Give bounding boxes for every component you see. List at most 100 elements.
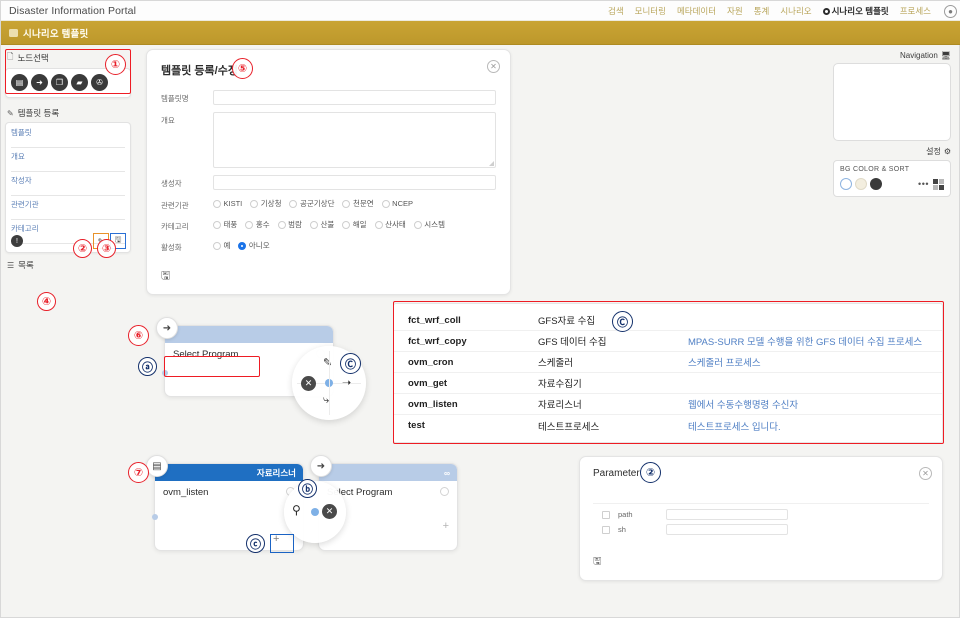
user-icon[interactable]: ● <box>944 4 957 18</box>
node-label[interactable]: ovm_listen <box>163 487 295 498</box>
radio-label: 아니오 <box>248 241 270 250</box>
nav-item-monitoring[interactable]: 모니터링 <box>635 5 666 17</box>
parameter-value-input[interactable] <box>666 509 788 520</box>
close-icon[interactable]: ✕ <box>322 504 337 519</box>
node-port-left[interactable] <box>152 514 158 520</box>
table-row[interactable]: ovm_listen 자료리스너 웹에서 수동수행명령 수신자 <box>394 394 942 415</box>
annotation-marker-2: ② <box>73 239 92 258</box>
radio-agency-kasi[interactable]: 천문연 <box>342 198 374 209</box>
nav-item-statistics[interactable]: 통계 <box>754 5 770 17</box>
copy-node-icon[interactable]: ❐ <box>51 74 68 91</box>
overview-textarea[interactable] <box>213 112 496 168</box>
edit-pen-icon[interactable]: ✎ <box>323 356 332 369</box>
more-options-icon[interactable]: ••• <box>918 179 929 189</box>
sidebar-field-template[interactable]: 템플릿 <box>11 127 125 148</box>
creator-input[interactable] <box>213 175 496 190</box>
radio-agency-kisti[interactable]: KISTI <box>213 198 242 209</box>
list-section-header[interactable]: ☰ 목록 <box>5 259 131 271</box>
breadcrumb-label: 시나리오 템플릿 <box>23 28 89 40</box>
settings-row[interactable]: 설정 ⚙ <box>833 146 951 157</box>
parameter-checkbox[interactable] <box>602 525 610 534</box>
table-row[interactable]: ovm_get 자료수집기 <box>394 373 942 394</box>
minimap[interactable] <box>833 63 951 141</box>
input-node-icon[interactable]: ➜ <box>31 74 48 91</box>
template-name-input[interactable] <box>213 90 496 105</box>
sidebar-field-author-input[interactable] <box>11 187 125 196</box>
gear-icon[interactable]: ⚙ <box>944 147 951 156</box>
radio-category-overflow[interactable]: 범람 <box>277 219 302 230</box>
arrow-right-icon[interactable]: ➝ <box>342 376 351 389</box>
bg-swatch-dark[interactable] <box>870 178 882 190</box>
radio-label: KISTI <box>223 199 243 208</box>
node-port-left[interactable] <box>162 370 168 376</box>
nav-item-process[interactable]: 프로세스 <box>900 5 931 17</box>
nav-item-scenario[interactable]: 시나리오 <box>780 5 811 17</box>
info-icon[interactable]: ! <box>11 235 23 247</box>
add-node-button[interactable]: + <box>443 520 449 532</box>
radio-category-landslide[interactable]: 산사태 <box>374 219 406 230</box>
link-node-icon[interactable]: ✇ <box>91 74 108 91</box>
settings-label: 설정 <box>926 147 941 156</box>
radio-category-system[interactable]: 시스템 <box>413 219 445 230</box>
table-row[interactable]: fct_wrf_copy GFS 데이터 수집 MPAS-SURR 모델 수행을… <box>394 331 942 352</box>
nav-item-resource[interactable]: 자원 <box>727 5 743 17</box>
sidebar-field-overview-label: 개요 <box>11 152 25 161</box>
bg-swatch-cream[interactable] <box>855 178 867 190</box>
unlink-icon[interactable]: ⚲ <box>292 503 301 517</box>
image-node-icon[interactable]: ▰ <box>71 74 88 91</box>
sidebar-field-agency[interactable]: 관련기관 <box>11 199 125 220</box>
radio-category-wildfire[interactable]: 산불 <box>309 219 334 230</box>
table-row[interactable]: fct_wrf_coll GFS자료 수집 <box>394 310 942 331</box>
sidebar-field-overview-input[interactable] <box>11 163 125 172</box>
radio-active-yes[interactable]: 예 <box>213 240 230 251</box>
input-node-icon[interactable]: ➜ <box>156 317 178 339</box>
radio-agency-ncep[interactable]: NCEP <box>381 198 413 209</box>
form-row-category: 카테고리 태풍 홍수 범람 산불 해일 산사태 시스템 <box>161 218 496 232</box>
process-code: fct_wrf_coll <box>408 314 461 326</box>
nav-item-scenario-template[interactable]: 시나리오 템플릿 <box>822 5 889 17</box>
branch-arrow-icon[interactable]: ⤷ <box>323 394 329 407</box>
radio-dot-icon <box>213 220 221 229</box>
radio-category-tsunami[interactable]: 해일 <box>342 219 367 230</box>
bg-swatch-white[interactable] <box>840 178 852 190</box>
monitor-icon: 🖥 <box>940 51 951 60</box>
node-label[interactable]: Select Program <box>327 487 449 498</box>
form-save-button[interactable]: 🖫 <box>161 267 170 286</box>
radio-active-no[interactable]: 아니오 <box>238 240 270 251</box>
navigation-title-row: Navigation 🖥 <box>833 51 951 60</box>
radio-dot-icon <box>245 220 254 229</box>
radio-label: 태풍 <box>223 220 238 229</box>
radio-agency-kma[interactable]: 기상청 <box>250 198 281 209</box>
sidebar-field-overview[interactable]: 개요 <box>11 151 125 172</box>
document-node-icon[interactable]: ▤ <box>146 455 168 477</box>
sidebar-field-template-input[interactable] <box>11 139 125 148</box>
bg-color-sort-card: BG COLOR & SORT ••• <box>833 160 951 197</box>
left-sidebar: 🗋 노드선택 ▤ ➜ ❐ ▰ ✇ ✎ 템플릿 등록 템플릿 개요 작성자 관련기… <box>5 49 131 271</box>
nav-item-search[interactable]: 검색 <box>608 5 624 17</box>
sidebar-field-agency-label: 관련기관 <box>11 200 39 209</box>
parameter-checkbox[interactable] <box>602 510 610 519</box>
table-row[interactable]: ovm_cron 스케줄러 스케줄러 프로세스 <box>394 352 942 373</box>
sidebar-field-agency-input[interactable] <box>11 211 125 220</box>
grid-icon[interactable] <box>933 178 944 190</box>
annotation-marker-7: ⑦ <box>128 462 149 483</box>
table-row[interactable]: test 테스트프로세스 테스트프로세스 입니다. <box>394 415 942 436</box>
graph-node-ovm-listen[interactable]: 자료리스너 ovm_listen ▤ + <box>146 455 304 551</box>
radio-category-flood[interactable]: 홍수 <box>245 219 270 230</box>
radio-dot-icon <box>213 241 221 250</box>
radio-category-typhoon[interactable]: 태풍 <box>213 219 237 230</box>
close-icon[interactable]: ✕ <box>919 467 932 480</box>
close-icon[interactable]: ✕ <box>301 376 316 391</box>
parameter-save-button[interactable]: 🖫 <box>593 554 602 571</box>
navigation-title: Navigation <box>900 51 938 60</box>
close-icon[interactable]: ✕ <box>487 60 500 73</box>
parameter-value-input[interactable] <box>666 524 788 535</box>
add-node-button[interactable]: + <box>273 533 279 545</box>
radio-dot-icon <box>374 220 383 229</box>
input-node-icon[interactable]: ➜ <box>310 455 332 477</box>
annotation-marker-param: ② <box>640 462 661 483</box>
document-node-icon[interactable]: ▤ <box>11 74 28 91</box>
nav-item-metadata[interactable]: 메타데이터 <box>677 5 716 17</box>
sidebar-field-author[interactable]: 작성자 <box>11 175 125 196</box>
radio-agency-airforce[interactable]: 공군기상단 <box>289 198 334 209</box>
